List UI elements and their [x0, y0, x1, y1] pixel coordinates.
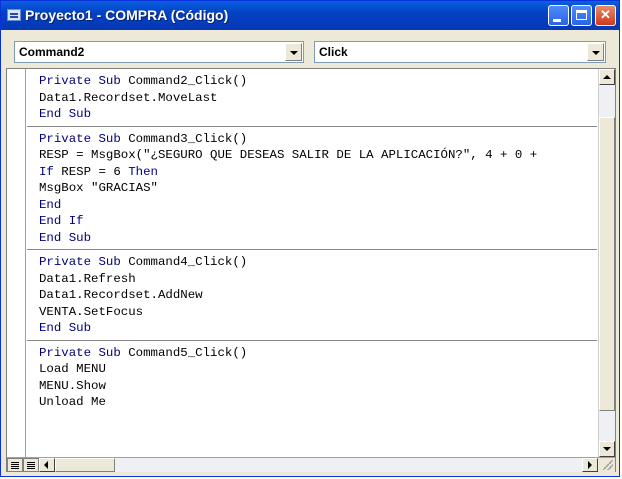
code-line[interactable]: Private Sub Command4_Click(): [39, 254, 597, 271]
vertical-scrollbar[interactable]: [598, 69, 615, 457]
code-line[interactable]: Data1.Refresh: [39, 271, 597, 288]
code-line[interactable]: Load MENU: [39, 361, 597, 378]
procedure-view-icon[interactable]: [7, 458, 23, 472]
close-button[interactable]: [595, 5, 616, 26]
code-line[interactable]: End Sub: [39, 230, 597, 247]
procedure-block: Private Sub Command5_Click() Load MENU MEN…: [27, 341, 597, 414]
code-line[interactable]: Unload Me: [39, 394, 597, 411]
object-dropdown-value: Command2: [19, 45, 85, 59]
object-dropdown[interactable]: Command2: [14, 41, 304, 63]
vertical-scroll-thumb[interactable]: [599, 117, 615, 411]
code-line[interactable]: End Sub: [39, 106, 597, 123]
code-line[interactable]: Data1.Recordset.AddNew: [39, 287, 597, 304]
code-line[interactable]: Private Sub Command3_Click(): [39, 131, 597, 148]
chevron-down-icon[interactable]: [285, 43, 302, 61]
code-line[interactable]: End Sub: [39, 320, 597, 337]
code-area[interactable]: Private Sub Command2_Click() Data1.Record…: [27, 69, 597, 457]
procedure-dropdown-value: Click: [319, 45, 348, 59]
scroll-down-button[interactable]: [599, 441, 615, 457]
window-title: Proyecto1 - COMPRA (Código): [25, 7, 229, 23]
horizontal-scrollbar[interactable]: [39, 458, 598, 472]
minimize-button[interactable]: [548, 5, 569, 26]
editor-bottom-bar: [7, 457, 615, 472]
code-window: Proyecto1 - COMPRA (Código) Command2 Cli…: [0, 0, 620, 477]
procedure-dropdown[interactable]: Click: [314, 41, 606, 63]
code-line[interactable]: If RESP = 6 Then: [39, 164, 597, 181]
chevron-down-icon[interactable]: [587, 43, 604, 61]
code-line[interactable]: MsgBox "GRACIAS": [39, 180, 597, 197]
vb-code-window-icon: [7, 9, 21, 21]
code-line[interactable]: Private Sub Command2_Click(): [39, 73, 597, 90]
code-line[interactable]: Private Sub Command5_Click(): [39, 345, 597, 362]
code-editor[interactable]: Private Sub Command2_Click() Data1.Record…: [6, 68, 616, 472]
procedure-block: Private Sub Command2_Click() Data1.Record…: [27, 69, 597, 127]
scroll-right-button[interactable]: [582, 458, 598, 472]
margin-indicator-bar[interactable]: [7, 69, 26, 457]
procedure-block: Private Sub Command3_Click() RESP = MsgBo…: [27, 127, 597, 250]
code-line[interactable]: MENU.Show: [39, 378, 597, 395]
scroll-up-button[interactable]: [599, 69, 615, 85]
maximize-button[interactable]: [571, 5, 592, 26]
code-line[interactable]: End If: [39, 213, 597, 230]
code-line[interactable]: Data1.Recordset.MoveLast: [39, 90, 597, 107]
resize-grip-icon[interactable]: [598, 458, 615, 472]
scroll-left-button[interactable]: [39, 458, 55, 472]
full-module-view-icon[interactable]: [23, 458, 39, 472]
code-line[interactable]: RESP = MsgBox("¿SEGURO QUE DESEAS SALIR …: [39, 147, 597, 164]
horizontal-scroll-thumb[interactable]: [55, 458, 115, 472]
code-line[interactable]: VENTA.SetFocus: [39, 304, 597, 321]
title-bar[interactable]: Proyecto1 - COMPRA (Código): [1, 1, 619, 30]
procedure-block: Private Sub Command4_Click() Data1.Refres…: [27, 250, 597, 341]
code-line[interactable]: End: [39, 197, 597, 214]
